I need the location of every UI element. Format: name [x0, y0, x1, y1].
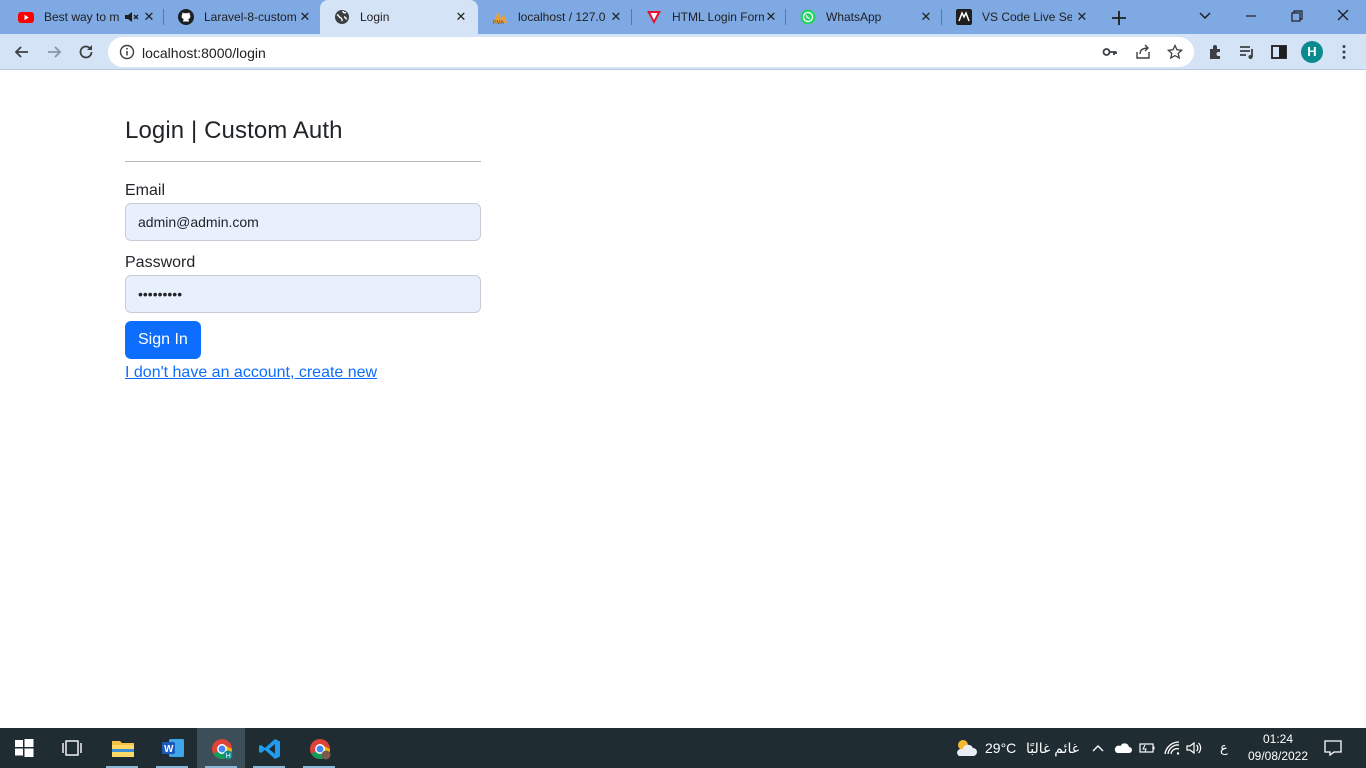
close-tab-icon[interactable]: ✕ [1074, 9, 1090, 25]
windows-logo-icon [15, 739, 34, 757]
close-tab-icon[interactable]: ✕ [608, 9, 624, 25]
close-tab-icon[interactable]: ✕ [453, 9, 469, 25]
tab-title: WhatsApp [826, 10, 882, 24]
url-text: localhost:8000/login [142, 45, 266, 61]
side-panel-icon[interactable] [1270, 43, 1288, 61]
media-control-icon[interactable] [1238, 43, 1256, 61]
taskbar-chrome-second[interactable] [295, 728, 343, 768]
clock-time: 01:24 [1262, 732, 1294, 746]
chrome-profile-icon [310, 739, 331, 760]
word-icon: W [162, 739, 184, 757]
share-icon[interactable] [1135, 44, 1151, 60]
taskbar-word[interactable]: W [148, 728, 196, 768]
vscode-icon [259, 739, 280, 759]
system-clock[interactable]: 01:24 09/08/2022 [1244, 731, 1312, 765]
muted-speaker-icon[interactable] [123, 9, 139, 25]
clock-date: 09/08/2022 [1247, 749, 1309, 763]
tab-phpmyadmin[interactable]: PMA localhost / 127.0. ✕ [478, 0, 632, 34]
show-hidden-icons-chevron-icon[interactable] [1091, 741, 1105, 755]
svg-text:H: H [226, 753, 231, 760]
svg-text:W: W [164, 744, 174, 755]
register-link[interactable]: I don't have an account, create new [125, 363, 481, 383]
chrome-icon: H [212, 739, 233, 760]
onedrive-cloud-icon[interactable] [1113, 740, 1133, 756]
email-field[interactable]: admin@admin.com [125, 203, 481, 241]
tab-title: Best way to m [44, 10, 120, 24]
input-language-indicator[interactable]: ع [1220, 728, 1228, 768]
taskbar-vscode[interactable] [245, 728, 293, 768]
file-explorer-icon [112, 741, 134, 757]
weather-temperature[interactable]: 29°C [985, 728, 1016, 768]
email-label: Email [125, 182, 166, 199]
tab-strip: Best way to m ✕ Laravel-8-custom ✕ Login… [0, 0, 1366, 34]
back-arrow-icon[interactable] [12, 42, 32, 62]
notifications-icon[interactable] [1323, 738, 1343, 758]
password-key-icon[interactable] [1102, 44, 1118, 60]
battery-charging-icon[interactable] [1138, 740, 1156, 756]
tab-vscode-live-server[interactable]: VS Code Live Ser ✕ [942, 0, 1098, 34]
tab-login-active[interactable]: Login ✕ [320, 0, 478, 34]
tab-title: HTML Login Form [672, 10, 764, 24]
reload-icon[interactable] [76, 42, 96, 62]
more-menu-icon[interactable] [1335, 43, 1353, 61]
address-bar[interactable]: localhost:8000/login [108, 37, 1194, 67]
forward-arrow-icon[interactable] [44, 42, 64, 62]
restore-icon[interactable] [1287, 6, 1307, 26]
bookmark-star-icon[interactable] [1167, 44, 1183, 60]
tutorial-site-icon [647, 11, 661, 24]
page-title: Login | Custom Auth [125, 117, 343, 144]
task-view-button[interactable] [48, 728, 96, 768]
phpmyadmin-icon: PMA [493, 12, 507, 25]
wifi-icon[interactable] [1163, 740, 1181, 756]
close-tab-icon[interactable]: ✕ [918, 9, 934, 25]
tab-youtube[interactable]: Best way to m ✕ [4, 0, 164, 34]
password-field[interactable]: ••••••••• [125, 275, 481, 313]
tab-title: Laravel-8-custom [204, 10, 296, 24]
close-tab-icon[interactable]: ✕ [763, 9, 779, 25]
globe-icon [335, 10, 349, 24]
minimize-icon[interactable] [1241, 6, 1261, 26]
tab-title: localhost / 127.0. [518, 10, 606, 24]
extensions-puzzle-icon[interactable] [1207, 43, 1225, 61]
tab-whatsapp[interactable]: WhatsApp ✕ [786, 0, 942, 34]
youtube-icon [18, 12, 34, 23]
login-form: Login | Custom Auth Email admin@admin.co… [125, 114, 481, 383]
tab-search-chevron-icon[interactable] [1195, 6, 1215, 26]
task-view-icon [62, 740, 82, 756]
weather-cloud-sun-icon[interactable] [954, 738, 978, 758]
close-window-icon[interactable] [1333, 6, 1353, 26]
profile-avatar[interactable]: H [1301, 41, 1323, 63]
page-content: Login | Custom Auth Email admin@admin.co… [0, 71, 1366, 728]
new-tab-icon[interactable] [1109, 8, 1129, 28]
github-icon [178, 9, 194, 25]
tab-github[interactable]: Laravel-8-custom ✕ [164, 0, 320, 34]
password-label: Password [125, 254, 196, 271]
start-button[interactable] [0, 728, 48, 768]
svg-text:PMA: PMA [493, 20, 505, 25]
vscode-live-icon [956, 9, 972, 25]
windows-taskbar: W H 29°C غائم غالبًا ع 01:24 09/08/2022 [0, 728, 1366, 768]
whatsapp-icon [800, 9, 816, 25]
close-tab-icon[interactable]: ✕ [141, 9, 157, 25]
site-info-icon[interactable] [119, 44, 135, 60]
divider [125, 161, 481, 162]
tab-title: VS Code Live Ser [982, 10, 1072, 24]
taskbar-file-explorer[interactable] [98, 728, 146, 768]
tab-html-login-form[interactable]: HTML Login Form ✕ [632, 0, 786, 34]
weather-condition[interactable]: غائم غالبًا [1026, 728, 1079, 768]
volume-speaker-icon[interactable] [1185, 740, 1203, 756]
taskbar-chrome-active[interactable]: H [197, 728, 245, 768]
sign-in-button[interactable]: Sign In [125, 321, 201, 359]
tab-title: Login [360, 10, 390, 24]
close-tab-icon[interactable]: ✕ [297, 9, 313, 25]
browser-toolbar: localhost:8000/login H [0, 34, 1366, 70]
